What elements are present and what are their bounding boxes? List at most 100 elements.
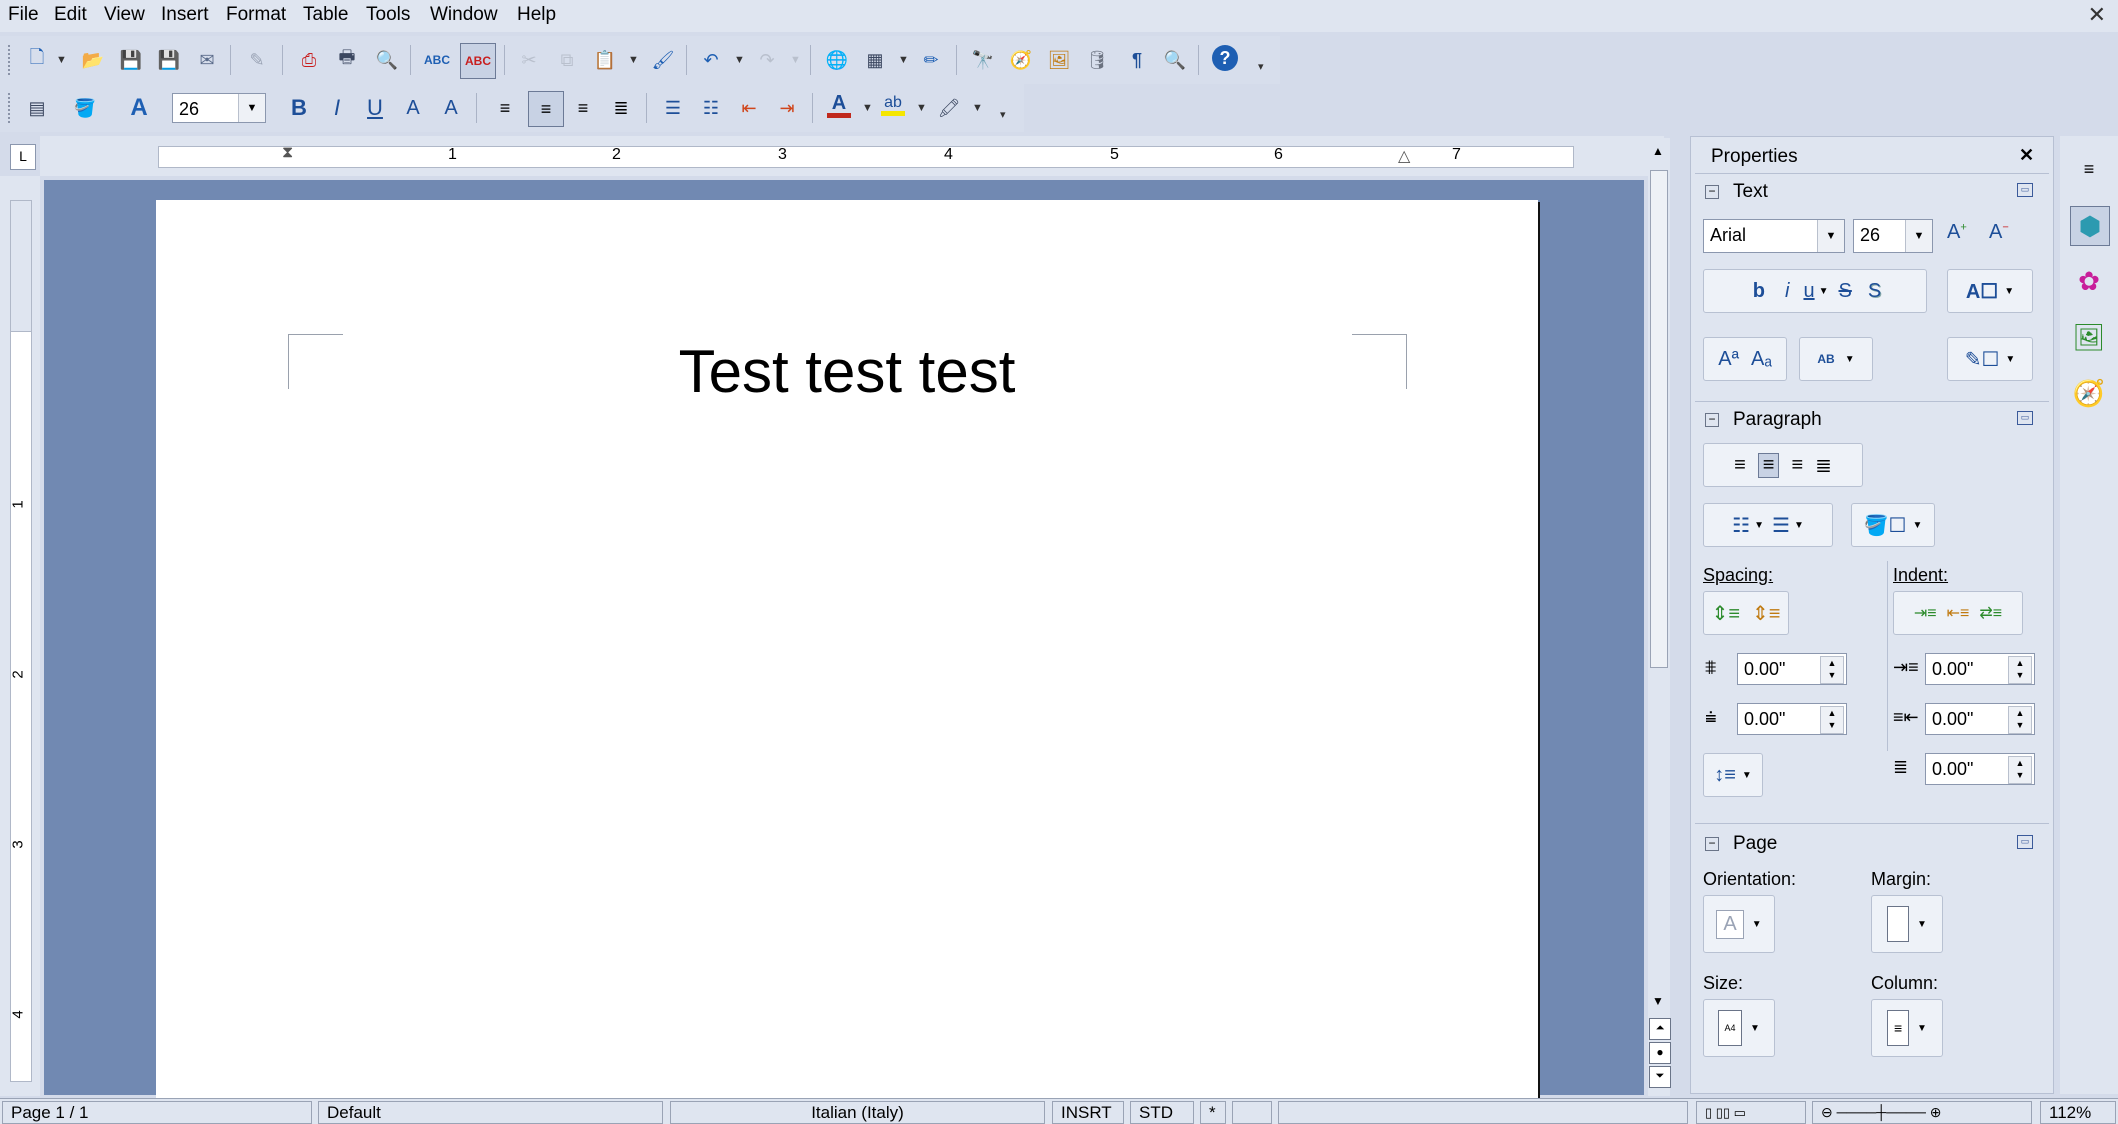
column-button[interactable]: ≡ ▼: [1871, 999, 1943, 1057]
close-document-button[interactable]: ✕: [2088, 2, 2106, 28]
underline-icon[interactable]: u: [1803, 280, 1814, 303]
chevron-down-icon[interactable]: ▼: [1905, 220, 1932, 252]
chevron-down-icon[interactable]: ▼: [790, 54, 801, 66]
print-preview-icon[interactable]: 🔍: [372, 45, 402, 75]
toolbar-options-icon[interactable]: ▾: [1000, 108, 1006, 121]
chevron-down-icon[interactable]: ▼: [238, 94, 265, 122]
size-button[interactable]: A4 ▼: [1703, 999, 1775, 1057]
increase-indent-icon[interactable]: ⇥: [772, 93, 802, 123]
spellcheck-icon[interactable]: ABC: [422, 45, 452, 75]
insert-mode[interactable]: INSRT: [1052, 1101, 1124, 1124]
numbering-icon[interactable]: ☰: [1772, 513, 1790, 538]
font-size-combo[interactable]: 26 ▼: [172, 93, 266, 123]
menu-window[interactable]: Window: [430, 4, 498, 26]
zoom-level[interactable]: 112%: [2040, 1101, 2116, 1124]
chevron-down-icon[interactable]: ▼: [972, 102, 983, 114]
help-icon[interactable]: ?: [1212, 45, 1238, 71]
redo-icon[interactable]: ↷: [752, 45, 782, 75]
print-icon[interactable]: 🖶: [332, 45, 362, 75]
underline-icon[interactable]: U: [360, 93, 390, 123]
save-as-icon[interactable]: 💾: [154, 45, 184, 75]
more-options-icon[interactable]: ▭: [2017, 835, 2033, 849]
chevron-down-icon[interactable]: ▼: [1752, 919, 1762, 930]
spin-buttons[interactable]: ▲ ▼: [2008, 756, 2032, 784]
font-color-icon[interactable]: A: [824, 90, 854, 120]
chevron-down-icon[interactable]: ▼: [734, 54, 745, 66]
table-icon[interactable]: ▦: [860, 45, 890, 75]
grow-font-icon[interactable]: A+: [1947, 221, 1967, 244]
toolbar-grip[interactable]: [8, 93, 14, 123]
chevron-down-icon[interactable]: ▼: [862, 102, 873, 114]
font-name-combo[interactable]: Arial ▼: [1703, 219, 1845, 253]
vertical-scrollbar[interactable]: ▲ ▼ ⏶ ● ⏷: [1648, 138, 1671, 1096]
menu-help[interactable]: Help: [517, 4, 556, 26]
more-options-icon[interactable]: ▭: [2017, 411, 2033, 425]
indent-marker[interactable]: ⧗: [282, 144, 293, 162]
menu-file[interactable]: File: [8, 4, 39, 26]
align-right-icon[interactable]: ≡: [1791, 454, 1803, 477]
chevron-down-icon[interactable]: ▼: [1750, 1023, 1760, 1034]
bold-icon[interactable]: B: [284, 93, 314, 123]
view-layout-buttons[interactable]: ▯ ▯▯ ▭: [1696, 1101, 1806, 1124]
language-field[interactable]: Italian (Italy): [670, 1101, 1045, 1124]
shrink-font-icon[interactable]: A−: [1989, 221, 2009, 244]
justify-icon[interactable]: ≣: [606, 93, 636, 123]
collapse-page-icon[interactable]: −: [1705, 837, 1719, 851]
scroll-down-icon[interactable]: ▼: [1652, 994, 1664, 1008]
menu-insert[interactable]: Insert: [161, 4, 209, 26]
collapse-text-icon[interactable]: −: [1705, 185, 1719, 199]
bold-icon[interactable]: b: [1753, 280, 1765, 303]
close-sidebar-button[interactable]: ✕: [2019, 145, 2034, 166]
numbering-icon[interactable]: ☰: [658, 93, 688, 123]
first-line-indent-input[interactable]: 0.00" ▲ ▼: [1925, 753, 2035, 785]
superscript-icon[interactable]: Aª: [1718, 348, 1739, 371]
decrease-indent-icon[interactable]: ⇤≡: [1947, 603, 1970, 623]
bullets-icon[interactable]: ☷: [696, 93, 726, 123]
clone-formatting-icon[interactable]: 🖌: [648, 45, 678, 75]
save-icon[interactable]: 💾: [116, 45, 146, 75]
font-effects-button[interactable]: A☐ ▼: [1947, 269, 2033, 313]
before-indent-input[interactable]: 0.00" ▲ ▼: [1925, 653, 2035, 685]
toolbar-grip[interactable]: [8, 45, 14, 75]
below-spacing-input[interactable]: 0.00" ▲ ▼: [1737, 703, 1847, 735]
chevron-down-icon[interactable]: ▼: [56, 54, 67, 66]
hyperlink-icon[interactable]: 🌐: [822, 45, 852, 75]
chevron-down-icon[interactable]: ▼: [1819, 286, 1829, 297]
document-text[interactable]: Test test test: [156, 336, 1538, 408]
chevron-down-icon[interactable]: ▼: [2005, 354, 2015, 365]
align-center-icon[interactable]: ≡: [528, 91, 564, 127]
open-folder-icon[interactable]: 📂: [78, 45, 108, 75]
background-color-icon[interactable]: 🖍: [934, 93, 964, 123]
align-left-icon[interactable]: ≡: [490, 93, 520, 123]
align-left-icon[interactable]: ≡: [1734, 454, 1746, 477]
data-sources-icon[interactable]: 🛢: [1082, 45, 1112, 75]
outline-icon[interactable]: A: [436, 93, 466, 123]
horizontal-ruler[interactable]: L ⧗ △ 1 2 3 4 5 6 7: [10, 136, 1664, 176]
margin-button[interactable]: ▼: [1871, 895, 1943, 953]
cut-icon[interactable]: ✂: [514, 45, 544, 75]
subscript-icon[interactable]: Aₐ: [1751, 348, 1772, 371]
chevron-down-icon[interactable]: ▼: [628, 54, 639, 66]
copy-icon[interactable]: ⧉: [552, 45, 582, 75]
spin-buttons[interactable]: ▲ ▼: [2008, 656, 2032, 684]
tab-type-icon[interactable]: L: [10, 144, 36, 170]
chevron-down-icon[interactable]: ▼: [898, 54, 909, 66]
find-replace-icon[interactable]: 🔭: [968, 45, 998, 75]
fill-format-icon[interactable]: 🪣: [70, 93, 100, 123]
sidebar-menu-icon[interactable]: ≡: [2070, 150, 2108, 188]
increase-spacing-icon[interactable]: ⇕≡: [1712, 601, 1740, 626]
chevron-down-icon[interactable]: ▼: [1912, 520, 1922, 531]
email-icon[interactable]: ✉: [192, 45, 222, 75]
vertical-ruler[interactable]: 1 2 3 4: [0, 176, 40, 1096]
toolbar-options-icon[interactable]: ▾: [1258, 60, 1264, 73]
italic-icon[interactable]: I: [322, 93, 352, 123]
undo-icon[interactable]: ↶: [696, 45, 726, 75]
chevron-down-icon[interactable]: ▼: [1794, 520, 1804, 531]
paragraph-background-button[interactable]: 🪣☐ ▼: [1851, 503, 1935, 547]
gallery-tab-icon[interactable]: 🖼: [2070, 318, 2108, 356]
shadow-icon[interactable]: A: [398, 93, 428, 123]
chevron-down-icon[interactable]: ▼: [1917, 919, 1927, 930]
hanging-indent-icon[interactable]: ⇄≡: [1979, 603, 2002, 623]
edit-file-icon[interactable]: ✎: [242, 45, 272, 75]
decrease-spacing-icon[interactable]: ⇕≡: [1752, 601, 1780, 626]
